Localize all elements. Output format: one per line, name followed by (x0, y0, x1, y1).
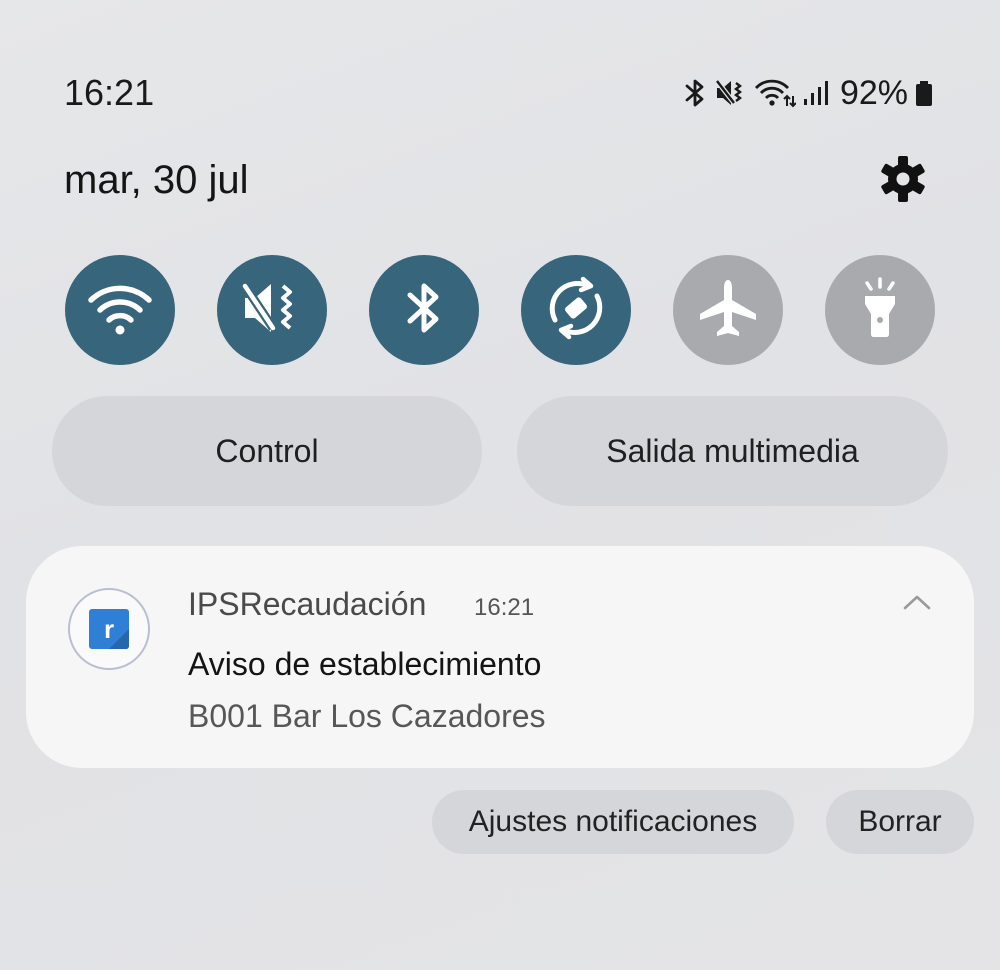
sound-toggle[interactable] (217, 255, 327, 365)
status-time: 16:21 (64, 72, 155, 113)
app-logo: r (89, 609, 129, 649)
bluetooth-toggle[interactable] (369, 255, 479, 365)
status-bar: 16:21 92% (0, 0, 1000, 120)
date-label: mar, 30 jul (64, 158, 249, 202)
flashlight-icon (855, 276, 905, 345)
app-icon: r (68, 588, 150, 670)
notification-title: Aviso de establecimiento (188, 646, 542, 682)
notification-text: B001 Bar Los Cazadores (188, 698, 546, 734)
wifi-data-icon (754, 77, 796, 109)
bluetooth-icon (682, 77, 708, 109)
signal-icon (802, 77, 830, 109)
notification-app-name: IPSRecaudación (188, 586, 427, 622)
wifi-icon (87, 280, 153, 341)
auto-rotate-icon (541, 273, 611, 348)
clear-button[interactable]: Borrar (826, 790, 974, 854)
battery-icon (914, 77, 934, 109)
bluetooth-icon (402, 278, 446, 343)
notification-card[interactable]: r IPSRecaudación 16:21 Aviso de establec… (26, 546, 974, 768)
chevron-up-icon[interactable] (902, 592, 932, 612)
app-logo-letter: r (103, 613, 115, 644)
auto-rotate-toggle[interactable] (521, 255, 631, 365)
battery-percent: 92% (839, 73, 908, 112)
vibrate-mute-icon (714, 77, 748, 109)
airplane-toggle[interactable] (673, 255, 783, 365)
airplane-icon (696, 276, 760, 345)
notification-settings-button[interactable]: Ajustes notificaciones (432, 790, 794, 854)
flashlight-toggle[interactable] (825, 255, 935, 365)
vibrate-mute-icon (239, 278, 305, 343)
notification-time: 16:21 (474, 594, 535, 621)
media-output-button[interactable]: Salida multimedia (517, 396, 948, 506)
status-icons: 92% (682, 72, 934, 114)
gear-icon[interactable] (878, 154, 928, 204)
control-button[interactable]: Control (52, 396, 482, 506)
wifi-toggle[interactable] (65, 255, 175, 365)
